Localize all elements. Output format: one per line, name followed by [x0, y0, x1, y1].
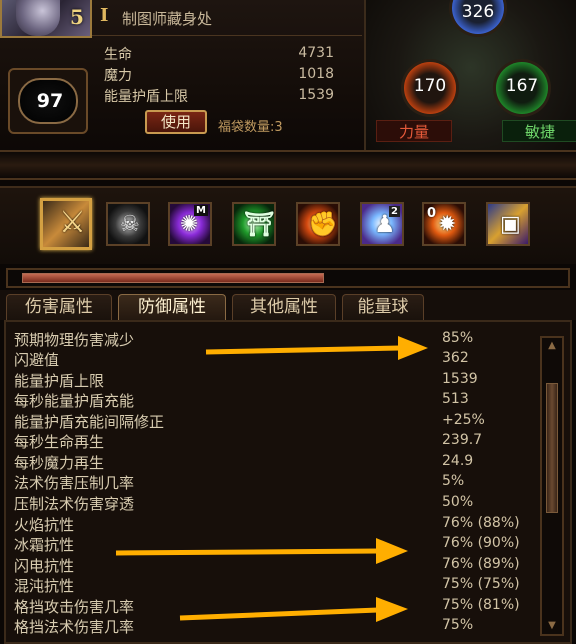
highlight-arrow-icon	[179, 597, 408, 622]
highlight-arrow-icon	[205, 336, 428, 360]
highlight-arrow-icon	[115, 538, 408, 564]
highlight-arrows	[115, 336, 428, 622]
